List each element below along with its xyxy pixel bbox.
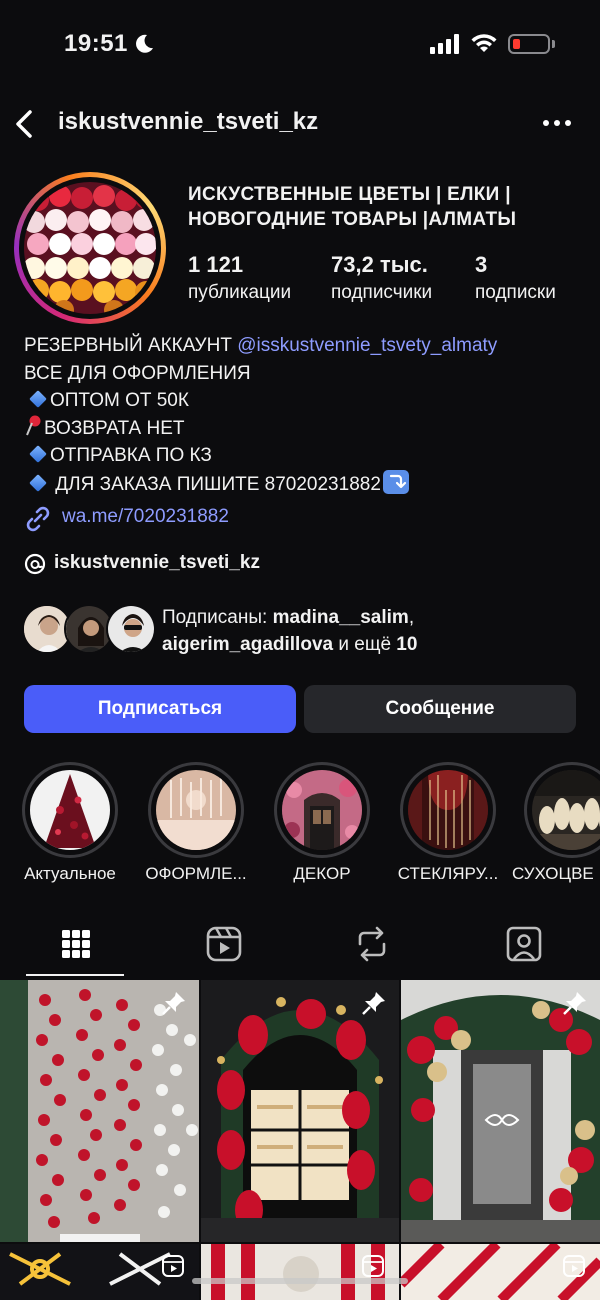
followed-by-text: Подписаны: madina__salim, aigerim_agadil… [162,604,592,658]
reel-icon [362,1255,384,1277]
blue-diamond-icon [29,473,47,492]
stat-posts-label: публикации [188,282,292,303]
active-tab-indicator [26,974,124,976]
profile-bio: РЕЗЕРВНЫЙ АККАУНТ @isskustvennie_tsvety_… [24,332,594,497]
threads-handle[interactable]: iskustvennie_tsveti_kz [54,552,260,574]
stat-posts[interactable]: 1 121 публикации [188,252,291,304]
highlight-image [282,770,362,850]
bio-link-text[interactable]: wa.me/7020231882 [62,506,229,528]
followed-middle: и ещё [333,634,397,655]
follower-avatar [106,604,156,654]
followed-separator: , [408,607,415,628]
blue-diamond-icon [29,445,47,463]
highlight-image [408,770,488,850]
bio-line6-text: ДЛЯ ЗАКАЗА ПИШИТЕ 87020231882 [50,473,381,495]
avatar-flowers-image [24,182,156,314]
post-image [201,980,399,1242]
grid-post[interactable] [401,1244,600,1300]
bio-mention-link[interactable]: @isskustvennie_tsvety_almaty [237,335,497,356]
reel-icon [162,1255,184,1277]
stat-followers-label: подписчики [331,282,433,303]
pinned-post-icon [362,992,385,1015]
highlight-label: СТЕКЛЯРУ... [397,864,499,883]
battery-cap [552,40,555,48]
highlight-image [30,770,110,850]
stat-following-value: 3 [475,252,488,277]
bio-line5-text: ОТПРАВКА ПО КЗ [50,445,212,466]
stat-following[interactable]: 3 подписки [475,252,556,304]
status-bar: 19:51 [0,0,600,90]
grid-post[interactable] [201,1244,399,1300]
highlight-image [156,770,236,850]
grid-post[interactable] [401,980,600,1242]
blue-diamond-icon [29,390,47,408]
stat-followers[interactable]: 73,2 тыс. подписчики [331,252,432,304]
followed-user-1: madina__salim [272,607,409,628]
back-icon[interactable] [10,106,40,142]
reels-icon[interactable] [204,922,244,966]
message-button[interactable]: Сообщение [304,685,576,733]
highlight-label: ДЕКОР [293,864,351,883]
highlight-label: Актуальное [24,864,116,883]
post-image [401,980,600,1242]
repost-icon[interactable] [352,922,392,966]
battery-icon [508,34,550,54]
display-name-line1: ИСКУСТВЕННЫЕ ЦВЕТЫ | ЕЛКИ | [188,184,511,205]
profile-display-name: ИСКУСТВЕННЫЕ ЦВЕТЫ | ЕЛКИ | НОВОГОДНИЕ Т… [188,182,588,232]
grid-post[interactable] [0,980,199,1242]
grid-icon[interactable] [56,922,96,966]
bio-line-2: ВСЕ ДЛЯ ОФОРМЛЕНИЯ [24,362,251,384]
followed-prefix: Подписаны: [162,607,273,628]
bio-line-3: ОПТОМ ОТ 50К [24,387,594,415]
highlight-label: СУХОЦВЕ [512,864,594,883]
bio-line-6: ДЛЯ ЗАКАЗА ПИШИТЕ 87020231882 [24,469,594,498]
bio-line1-prefix: РЕЗЕРВНЫЙ АККАУНТ [24,335,238,356]
profile-username: iskustvennie_tsveti_kz [58,108,319,135]
pushpin-icon [26,415,41,435]
followed-count: 10 [396,634,418,655]
reel-icon [563,1255,585,1277]
tagged-icon[interactable] [504,922,544,966]
bio-line-5: ОТПРАВКА ПО КЗ [24,442,594,470]
threads-icon [24,553,46,575]
posts-grid [0,980,600,1300]
bio-line-1: РЕЗЕРВНЫЙ АККАУНТ @isskustvennie_tsvety_… [24,332,594,360]
wifi-icon [471,34,497,52]
more-options-icon[interactable] [542,112,572,134]
post-image [0,980,199,1242]
bio-line-4: ВОЗВРАТА НЕТ [24,415,594,443]
grid-post[interactable] [0,1244,199,1300]
stat-followers-value: 73,2 тыс. [331,252,428,277]
battery-level [513,39,520,49]
status-time: 19:51 [64,30,128,57]
followed-user-2: aigerim_agadillova [162,634,334,655]
pinned-post-icon [162,992,185,1015]
stat-posts-value: 1 121 [188,252,244,277]
highlight-label: ОФОРМЛЕ... [145,864,247,883]
home-indicator[interactable] [192,1278,408,1284]
bio-line4-text: ВОЗВРАТА НЕТ [44,417,185,439]
grid-post[interactable] [201,980,399,1242]
pinned-post-icon [563,992,586,1015]
stat-following-label: подписки [475,282,556,303]
arrow-down-icon [382,469,409,494]
signal-icon [430,34,459,54]
link-icon [26,506,50,532]
display-name-line2: НОВОГОДНИЕ ТОВАРЫ |АЛМАТЫ [188,209,517,230]
moon-icon [136,34,153,53]
profile-avatar[interactable] [14,172,166,324]
follow-button[interactable]: Подписаться [24,685,296,733]
bio-line3-text: ОПТОМ ОТ 50К [50,390,189,411]
